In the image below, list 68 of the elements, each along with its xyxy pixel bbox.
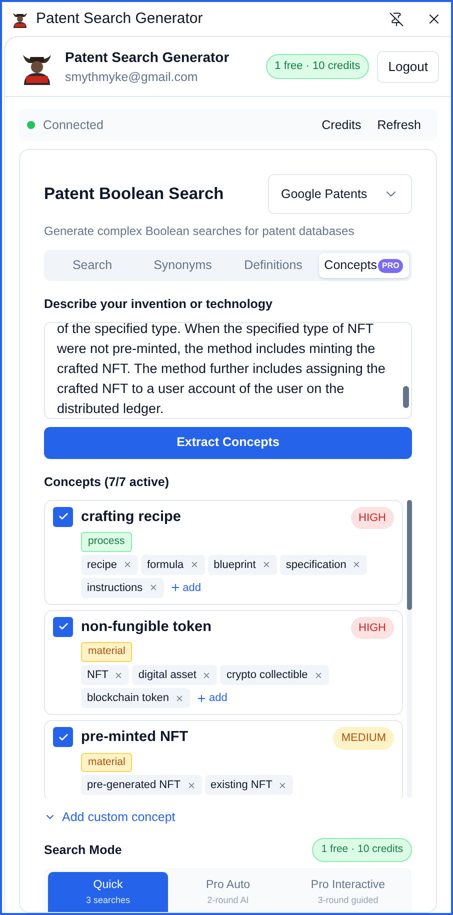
concept-type-tag: material [81, 642, 132, 662]
search-mode-label: Search Mode [44, 842, 122, 859]
remove-icon[interactable] [174, 694, 184, 702]
check-icon [58, 621, 68, 632]
remove-icon[interactable] [122, 560, 132, 570]
remove-icon[interactable] [114, 670, 124, 680]
tab[interactable]: Search [47, 253, 138, 278]
remove-icon[interactable] [278, 780, 288, 790]
remove-icon[interactable] [202, 670, 212, 680]
concept-name: non-fungible token [81, 618, 212, 638]
status-action-link[interactable]: Credits [314, 116, 370, 134]
synonym-chip: pre-generated NFT [81, 775, 202, 796]
extract-concepts-button[interactable]: Extract Concepts [44, 426, 412, 459]
concept-checkbox[interactable] [53, 727, 73, 747]
remove-icon[interactable] [148, 583, 158, 592]
remove-icon[interactable] [352, 560, 362, 570]
status-action-link[interactable]: Refresh [369, 116, 429, 134]
database-select[interactable]: Google Patents [268, 174, 412, 214]
logout-button[interactable]: Logout [377, 50, 439, 82]
add-synonym-link[interactable]: add [166, 580, 204, 596]
concept-type-tag: material [81, 752, 132, 772]
remove-icon[interactable] [186, 780, 196, 790]
synonym-chip: crypto collectible [220, 665, 329, 685]
plus-icon [170, 582, 181, 594]
concept-name: crafting recipe [81, 508, 181, 527]
synonym-chip: specification [280, 554, 368, 575]
synonym-chip: blockchain token [81, 688, 190, 708]
status-text: Connected [43, 116, 104, 134]
field-label: Describe your invention or technology [44, 296, 274, 313]
unpin-icon [388, 12, 404, 26]
description-field[interactable]: of the specified type. When the specified type of NFT were not pre-minted, the method includes minting the crafted NFT. The method further includes assigning the crafted NFT to a user account of the user on the distributed ledger. [44, 322, 412, 419]
remove-icon[interactable] [262, 560, 271, 570]
tab[interactable]: Concepts PRO [318, 253, 409, 278]
synonym-chip: formula [140, 554, 205, 575]
search-mode-option[interactable]: Quick 3 searches [48, 872, 168, 912]
synonym-chip: existing NFT [204, 775, 294, 796]
concept-checkbox[interactable] [53, 616, 73, 637]
credits-badge: 1 free · 10 credits [312, 838, 412, 862]
concept-checkbox[interactable] [53, 506, 73, 526]
search-mode-option[interactable]: Pro Interactive 3-round guided [288, 872, 408, 912]
remove-icon[interactable] [314, 670, 323, 680]
priority-badge: HIGH [350, 506, 394, 529]
add-synonym-link[interactable]: add [192, 690, 230, 706]
add-custom-concept-link[interactable]: Add custom concept [44, 808, 176, 826]
synonym-chip: digital asset [132, 665, 218, 685]
section-subtitle: Generate complex Boolean searches for patent databases [44, 223, 356, 240]
window-title: Patent Search Generator [36, 8, 204, 29]
credits-badge: 1 free · 10 credits [266, 54, 370, 79]
synonym-chip: NFT [81, 665, 130, 685]
search-mode-option[interactable]: Pro Auto 2-round AI [168, 872, 288, 912]
tab[interactable]: Definitions [228, 253, 318, 278]
remove-icon[interactable] [190, 560, 199, 570]
synonym-chip: recipe [81, 554, 138, 575]
pro-badge: PRO [378, 258, 404, 272]
synonym-chip: instructions [81, 578, 164, 598]
plus-icon [196, 692, 207, 704]
check-icon [58, 511, 68, 522]
tab[interactable]: Synonyms [138, 253, 228, 278]
synonym-chip: blueprint [208, 554, 277, 575]
account-email: smythmyke@gmail.com [65, 68, 199, 86]
concept-type-tag: process [81, 532, 132, 552]
priority-badge: MEDIUM [333, 727, 394, 750]
priority-badge: HIGH [350, 616, 394, 640]
check-icon [58, 732, 68, 742]
concepts-heading: Concepts (7/7 active) [44, 474, 170, 491]
concept-name: pre-minted NFT [81, 728, 188, 748]
account-name: Patent Search Generator [65, 48, 230, 67]
section-title: Patent Boolean Search [44, 184, 224, 205]
